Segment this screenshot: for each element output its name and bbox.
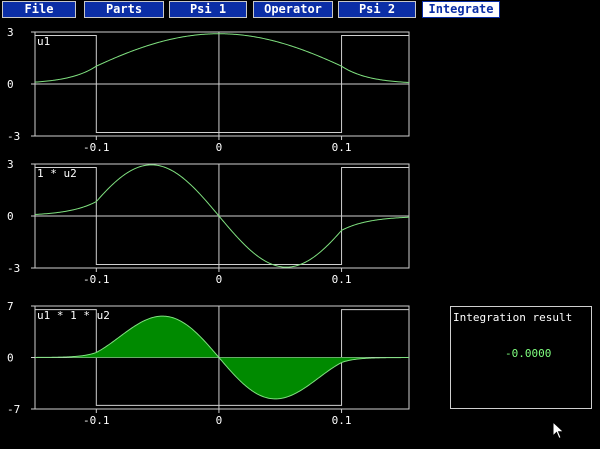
y-tick-label: -3	[7, 130, 20, 143]
x-tick-label: -0.1	[83, 273, 110, 286]
curve	[34, 33, 410, 83]
integration-result-panel: Integration result -0.0000	[450, 306, 592, 409]
mouse-pointer-icon	[552, 421, 565, 440]
integration-result-title: Integration result	[453, 311, 573, 324]
x-tick-label: 0.1	[332, 141, 352, 154]
plot-2: 3 0 -3 -0.1 0 0.1 1 * u2	[7, 158, 410, 286]
x-tick-label: 0	[216, 273, 223, 286]
plot-1: 3 0 -3 -0.1 0 0.1 u1	[7, 26, 410, 154]
y-tick-label: -3	[7, 262, 20, 275]
integration-result-value: -0.0000	[505, 347, 552, 360]
plot-label: 1 * u2	[37, 167, 77, 180]
x-tick-label: -0.1	[83, 141, 110, 154]
x-tick-label: 0	[216, 141, 223, 154]
y-tick-label: -7	[7, 403, 20, 416]
y-tick-label: 3	[7, 26, 14, 39]
y-tick-label: 0	[7, 78, 14, 91]
x-tick-label: 0.1	[332, 273, 352, 286]
x-tick-label: 0	[216, 414, 223, 427]
y-tick-label: 0	[7, 352, 14, 365]
y-tick-label: 7	[7, 300, 14, 313]
plot-3: 7 0 -7 -0.1 0 0.1 u1 * 1 * u2	[7, 300, 410, 427]
x-tick-label: 0.1	[332, 414, 352, 427]
plot-label: u1	[37, 35, 50, 48]
y-tick-label: 0	[7, 210, 14, 223]
x-tick-label: -0.1	[83, 414, 110, 427]
y-tick-label: 3	[7, 158, 14, 171]
plot-label: u1 * 1 * u2	[37, 309, 110, 322]
